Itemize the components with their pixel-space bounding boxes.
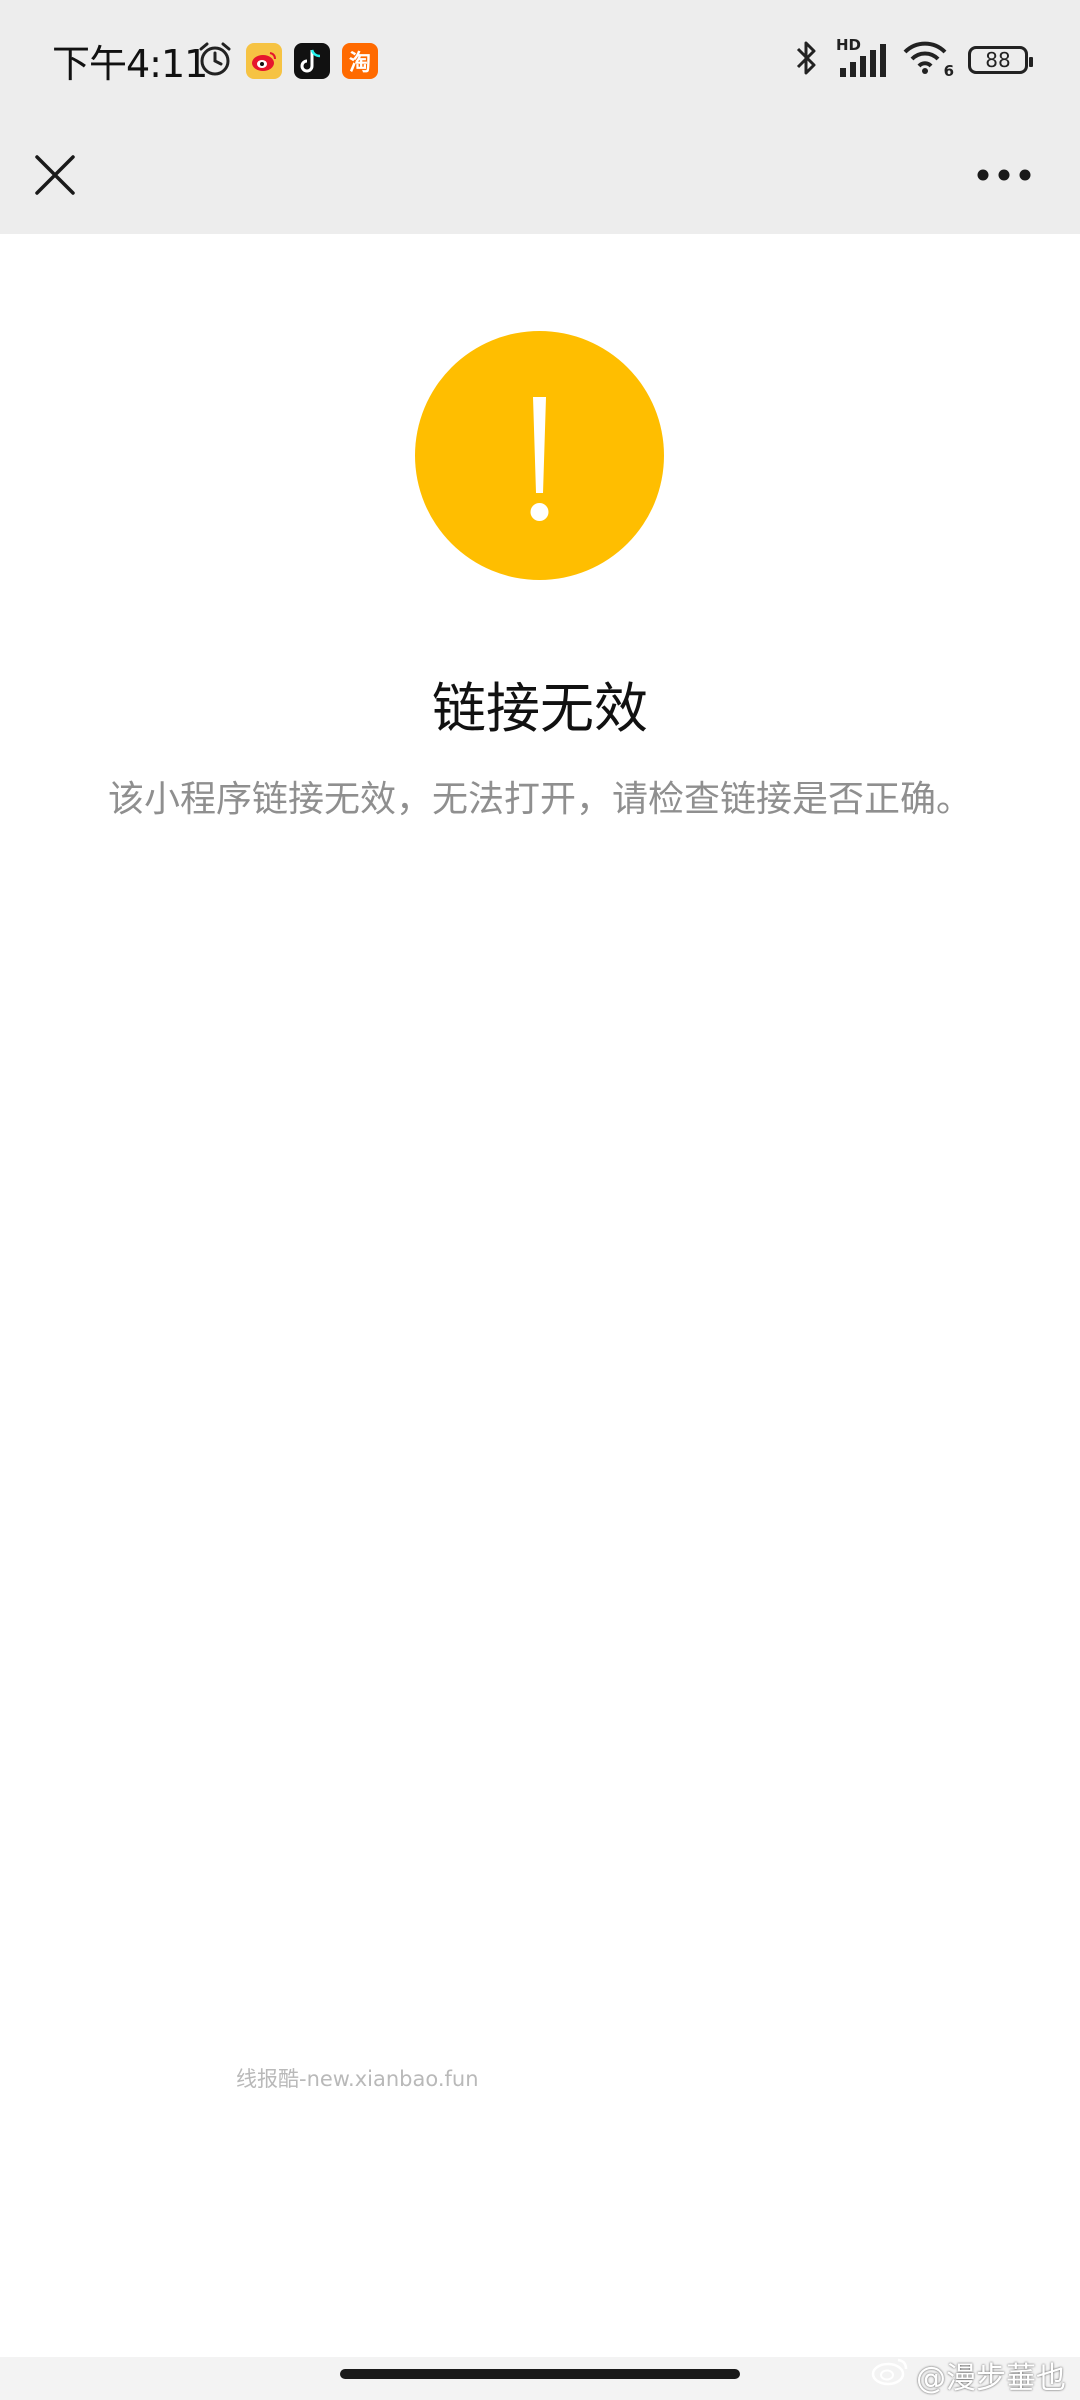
close-icon: [35, 155, 75, 195]
alarm-icon: [196, 40, 234, 82]
wifi-version-label: 6: [943, 62, 954, 80]
signal-icon: HD: [836, 36, 888, 80]
header: 下午4:11 淘 HD 6 88: [0, 0, 1080, 234]
warning-icon: [415, 331, 664, 580]
credit-watermark: @漫步菙也: [870, 2353, 1066, 2397]
page-title: 链接无效: [432, 677, 648, 740]
more-button[interactable]: [968, 142, 1040, 208]
error-description: 该小程序链接无效，无法打开，请检查链接是否正确。: [107, 779, 972, 820]
status-bar: 下午4:11 淘 HD 6 88: [0, 0, 1080, 120]
nav-bar: [0, 120, 1080, 234]
weibo-app-icon: [246, 43, 282, 79]
bluetooth-icon: [792, 38, 822, 82]
wifi-icon: 6: [902, 40, 954, 80]
douyin-app-icon: [294, 43, 330, 79]
status-time: 下午4:11: [52, 42, 208, 86]
taobao-app-icon: 淘: [342, 43, 378, 79]
close-button[interactable]: [22, 142, 88, 208]
status-notification-icons: 淘: [196, 40, 378, 82]
more-icon: [977, 169, 1031, 181]
status-right-group: HD 6 88: [792, 36, 1033, 82]
credit-text: @漫步菙也: [916, 2361, 1066, 2396]
watermark-text: 线报酷-new.xianbao.fun: [236, 2067, 479, 2091]
home-indicator[interactable]: [340, 2369, 740, 2379]
weibo-logo-icon: [870, 2355, 910, 2395]
battery-icon: 88: [968, 46, 1033, 74]
